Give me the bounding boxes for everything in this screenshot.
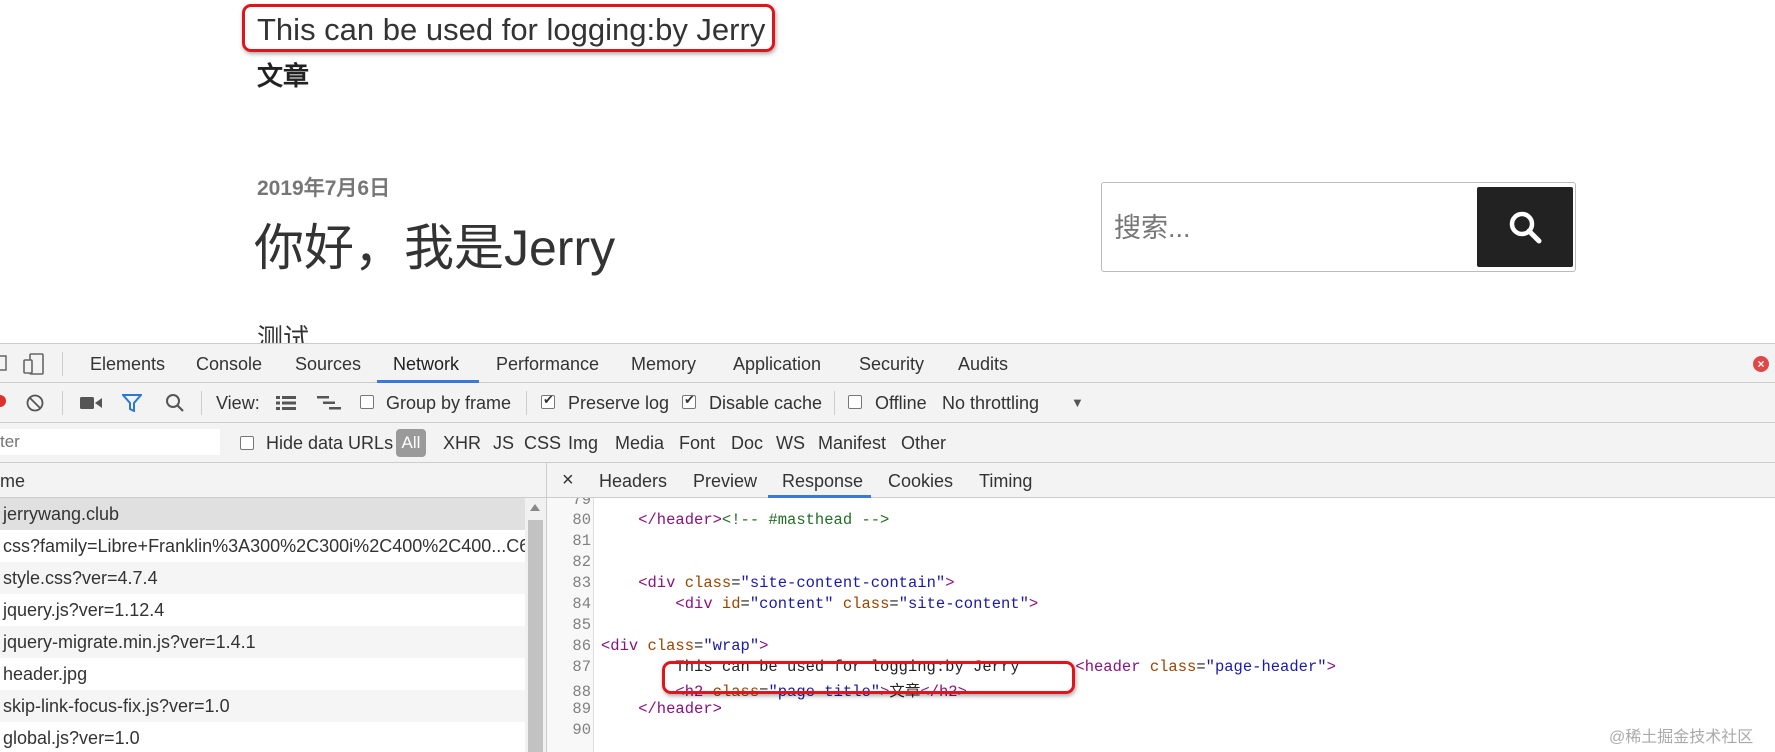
tab-security[interactable]: Security	[859, 354, 924, 375]
tab-console[interactable]: Console	[196, 354, 262, 375]
archive-title: 文章	[257, 61, 310, 91]
filter-icon[interactable]	[122, 394, 142, 412]
search-icon[interactable]	[165, 393, 185, 413]
type-filter-xhr[interactable]: XHR	[443, 433, 481, 454]
disable-cache-checkbox[interactable]	[682, 392, 696, 409]
search-icon	[1509, 211, 1542, 244]
type-filter-other[interactable]: Other	[901, 433, 946, 454]
divider	[62, 391, 63, 415]
code-line: 79	[572, 498, 591, 509]
type-filter-doc[interactable]: Doc	[731, 433, 763, 454]
tab-application[interactable]: Application	[733, 354, 821, 375]
web-page: This can be used for logging:by Jerry 文章…	[0, 0, 1775, 343]
disable-cache-label: Disable cache	[709, 393, 823, 413]
devtools-tabbar: Elements Console Sources Network Perform…	[0, 343, 1775, 383]
type-filter-img[interactable]: Img	[568, 433, 598, 454]
name-column-label: me	[0, 471, 26, 491]
watermark: @稀土掘金技术社区	[1609, 729, 1754, 746]
scrollbar[interactable]	[525, 498, 546, 752]
tab-preview[interactable]: Preview	[693, 471, 757, 492]
throttling-select[interactable]: No throttling	[942, 393, 1039, 414]
offline-checkbox[interactable]	[848, 395, 862, 409]
inspect-icon[interactable]	[0, 355, 8, 373]
divider	[201, 391, 202, 415]
detail-tabbar: × Headers Preview Response Cookies Timin…	[547, 463, 1775, 498]
request-row[interactable]: jerrywang.club	[0, 498, 525, 530]
request-row[interactable]: style.css?ver=4.7.4	[0, 562, 525, 594]
chevron-down-icon[interactable]: ▼	[1071, 395, 1084, 410]
post-title[interactable]: 你好，我是Jerry	[254, 208, 615, 280]
request-row[interactable]: jquery.js?ver=1.12.4	[0, 594, 525, 626]
type-filter-font[interactable]: Font	[679, 433, 715, 454]
tab-response[interactable]: Response	[782, 471, 863, 492]
code-line: 80 </header><!-- #masthead -->	[572, 511, 890, 529]
type-filter-media[interactable]: Media	[615, 433, 664, 454]
search-button[interactable]	[1477, 187, 1573, 267]
record-icon[interactable]	[0, 395, 6, 407]
tab-audits[interactable]: Audits	[958, 354, 1008, 375]
network-toolbar: View: Group by frame Preserve log Disabl…	[0, 383, 1775, 423]
type-filter-ws[interactable]: WS	[776, 433, 805, 454]
request-row[interactable]: css?family=Libre+Franklin%3A300%2C300i%2…	[0, 530, 525, 562]
request-row[interactable]: jquery-migrate.min.js?ver=1.4.1	[0, 626, 525, 658]
post-excerpt: 测试	[257, 323, 310, 343]
code-line: 81	[572, 532, 591, 550]
code-line: 82	[572, 553, 591, 571]
tab-elements[interactable]: Elements	[90, 354, 165, 375]
code-line: 84 <div id="content" class="site-content…	[572, 595, 1039, 613]
scrollbar-thumb[interactable]	[528, 520, 543, 752]
view-label: View:	[216, 393, 260, 413]
tab-performance[interactable]: Performance	[496, 354, 599, 375]
code-line: 90	[572, 721, 591, 739]
type-filter-manifest[interactable]: Manifest	[818, 433, 886, 454]
preserve-log-checkbox[interactable]	[541, 392, 555, 409]
type-filter-js[interactable]: JS	[493, 433, 514, 454]
hide-data-urls-label: Hide data URLs	[266, 433, 394, 453]
tab-cookies[interactable]: Cookies	[888, 471, 953, 492]
large-rows-icon[interactable]	[276, 395, 296, 411]
divider	[834, 391, 835, 415]
filter-bar: Hide data URLs All XHR JS CSS Img Media …	[0, 423, 1775, 463]
tab-sources[interactable]: Sources	[295, 354, 361, 375]
type-filter-all[interactable]: All	[396, 429, 426, 457]
request-list: me jerrywang.club css?family=Libre+Frank…	[0, 463, 547, 752]
close-devtools-icon[interactable]: ×	[1753, 356, 1769, 372]
request-row[interactable]: global.js?ver=1.0	[0, 722, 525, 752]
response-source: 79 80 </header><!-- #masthead --> 81 82 …	[547, 498, 1775, 752]
search-form	[1101, 182, 1576, 272]
group-by-frame-checkbox[interactable]	[360, 395, 374, 409]
code-line: 89 </header>	[572, 700, 722, 718]
request-row[interactable]: header.jpg	[0, 658, 525, 690]
code-line: 83 <div class="site-content-contain">	[572, 574, 955, 592]
device-toolbar-icon[interactable]	[23, 353, 45, 375]
highlight-annotation	[242, 4, 775, 52]
close-detail-icon[interactable]: ×	[562, 469, 574, 492]
tab-timing[interactable]: Timing	[979, 471, 1032, 492]
screenshot-camera-icon[interactable]	[80, 396, 102, 410]
type-filter-css[interactable]: CSS	[524, 433, 561, 454]
tab-memory[interactable]: Memory	[631, 354, 696, 375]
divider	[526, 391, 527, 415]
clear-icon[interactable]	[26, 394, 44, 412]
code-line: 86 <div class="wrap">	[572, 637, 769, 655]
highlight-annotation	[662, 661, 1075, 694]
request-detail-pane: × Headers Preview Response Cookies Timin…	[547, 463, 1775, 752]
group-by-frame-label: Group by frame	[386, 393, 512, 413]
search-input[interactable]	[1112, 197, 1466, 259]
preserve-log-label: Preserve log	[568, 393, 670, 413]
code-line: 85	[572, 616, 591, 634]
name-column-header[interactable]: me	[0, 463, 546, 498]
tab-network[interactable]: Network	[393, 354, 459, 375]
divider	[62, 352, 63, 376]
post-date[interactable]: 2019年7月6日	[257, 172, 390, 202]
waterfall-icon[interactable]	[317, 395, 341, 411]
tab-headers[interactable]: Headers	[599, 471, 667, 492]
hide-data-urls-checkbox[interactable]	[240, 436, 254, 450]
scroll-up-arrow-icon[interactable]	[530, 504, 540, 511]
request-row[interactable]: skip-link-focus-fix.js?ver=1.0	[0, 690, 525, 722]
offline-label: Offline	[875, 393, 927, 413]
filter-input[interactable]	[0, 429, 220, 455]
